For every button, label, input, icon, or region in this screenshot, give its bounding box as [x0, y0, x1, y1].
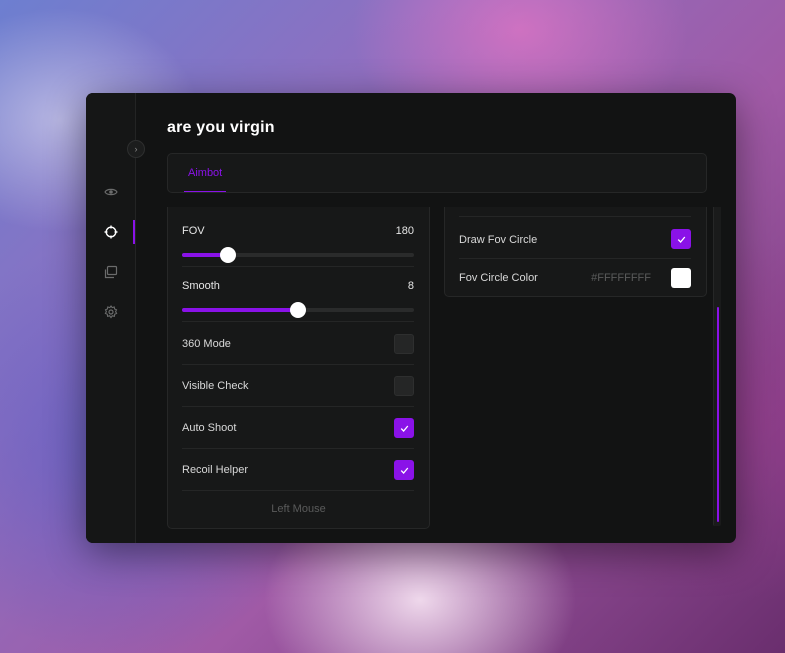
smooth-slider-thumb[interactable] — [290, 302, 306, 318]
draw-fov-circle-row: Draw Fov Circle — [459, 221, 691, 259]
gear-icon — [104, 305, 118, 319]
divider — [182, 406, 414, 407]
smooth-value: 8 — [407, 280, 414, 292]
fov-circle-color-row: Fov Circle Color #FFFFFFFF — [459, 259, 691, 297]
fov-circle-color-hex: #FFFFFFFF — [591, 272, 651, 284]
eye-icon — [103, 185, 118, 199]
smooth-label: Smooth — [182, 280, 220, 292]
smooth-slider-fill — [182, 308, 298, 312]
mode360-label: 360 Mode — [182, 338, 231, 350]
recoil-helper-label: Recoil Helper — [182, 464, 249, 476]
sidebar — [86, 93, 136, 543]
fov-value: 180 — [395, 225, 414, 237]
divider — [182, 364, 414, 365]
keybind-button[interactable]: Left Mouse — [168, 503, 429, 515]
smooth-slider-row: Smooth 8 — [182, 280, 414, 330]
sidebar-item-aimbot[interactable] — [86, 220, 135, 244]
divider — [182, 490, 414, 491]
divider — [459, 216, 691, 217]
sidebar-item-visuals[interactable] — [86, 180, 135, 204]
visual-settings-panel: Draw Fov Circle Fov Circle Color #FFFFFF… — [444, 207, 707, 297]
check-icon — [677, 236, 686, 243]
aimbot-settings-panel: FOV 180 Smooth 8 360 Mode Visible Check — [167, 207, 430, 529]
visible-check-checkbox[interactable] — [394, 376, 414, 396]
divider — [182, 448, 414, 449]
tab-bar: Aimbot — [167, 153, 707, 193]
sidebar-item-settings[interactable] — [86, 300, 135, 324]
sidebar-toggle-button[interactable]: › — [127, 140, 145, 158]
visible-check-row: Visible Check — [182, 366, 414, 408]
scrollbar[interactable] — [713, 207, 721, 526]
recoil-helper-checkbox[interactable] — [394, 460, 414, 480]
layers-icon — [104, 265, 118, 279]
draw-fov-circle-checkbox[interactable] — [671, 229, 691, 249]
chevron-right-icon: › — [134, 144, 138, 154]
fov-slider-thumb[interactable] — [220, 247, 237, 263]
draw-fov-circle-label: Draw Fov Circle — [459, 234, 538, 246]
main-window: › are you virgin Aimbot FOV 180 Smooth 8… — [86, 93, 736, 543]
mode360-row: 360 Mode — [182, 324, 414, 366]
fov-circle-color-label: Fov Circle Color — [459, 272, 538, 284]
fov-slider[interactable] — [182, 247, 414, 263]
scrollbar-thumb[interactable] — [717, 307, 719, 522]
check-icon — [400, 425, 409, 432]
auto-shoot-row: Auto Shoot — [182, 408, 414, 450]
auto-shoot-checkbox[interactable] — [394, 418, 414, 438]
divider — [182, 321, 414, 322]
sidebar-item-layers[interactable] — [86, 260, 135, 284]
recoil-helper-row: Recoil Helper — [182, 450, 414, 492]
fov-slider-row: FOV 180 — [182, 225, 414, 275]
crosshair-icon — [104, 225, 118, 239]
visible-check-label: Visible Check — [182, 380, 249, 392]
fov-circle-color-swatch[interactable] — [671, 268, 691, 288]
smooth-slider[interactable] — [182, 302, 414, 318]
mode360-checkbox[interactable] — [394, 334, 414, 354]
fov-label: FOV — [182, 225, 205, 237]
auto-shoot-label: Auto Shoot — [182, 422, 237, 434]
check-icon — [400, 467, 409, 474]
tab-aimbot[interactable]: Aimbot — [184, 154, 227, 192]
page-title: are you virgin — [167, 119, 275, 136]
divider — [182, 266, 414, 267]
